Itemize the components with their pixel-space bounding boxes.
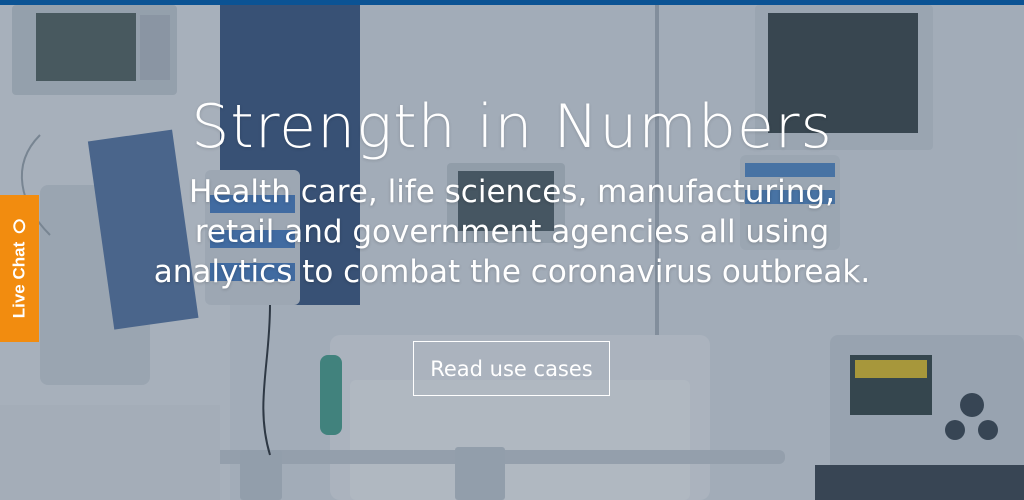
live-chat-label: Live Chat bbox=[9, 241, 29, 318]
read-use-cases-button[interactable]: Read use cases bbox=[413, 341, 610, 396]
live-chat-content: Live Chat bbox=[10, 219, 30, 318]
chat-bubble-icon bbox=[13, 219, 26, 234]
hero-subtitle: Health care, life sciences, manufacturin… bbox=[153, 174, 871, 290]
hero-section: Strength in Numbers Health care, life sc… bbox=[0, 0, 1024, 500]
live-chat-tab[interactable]: Live Chat bbox=[0, 195, 39, 342]
top-accent-bar bbox=[0, 0, 1024, 5]
hero-title: Strength in Numbers bbox=[191, 92, 833, 162]
